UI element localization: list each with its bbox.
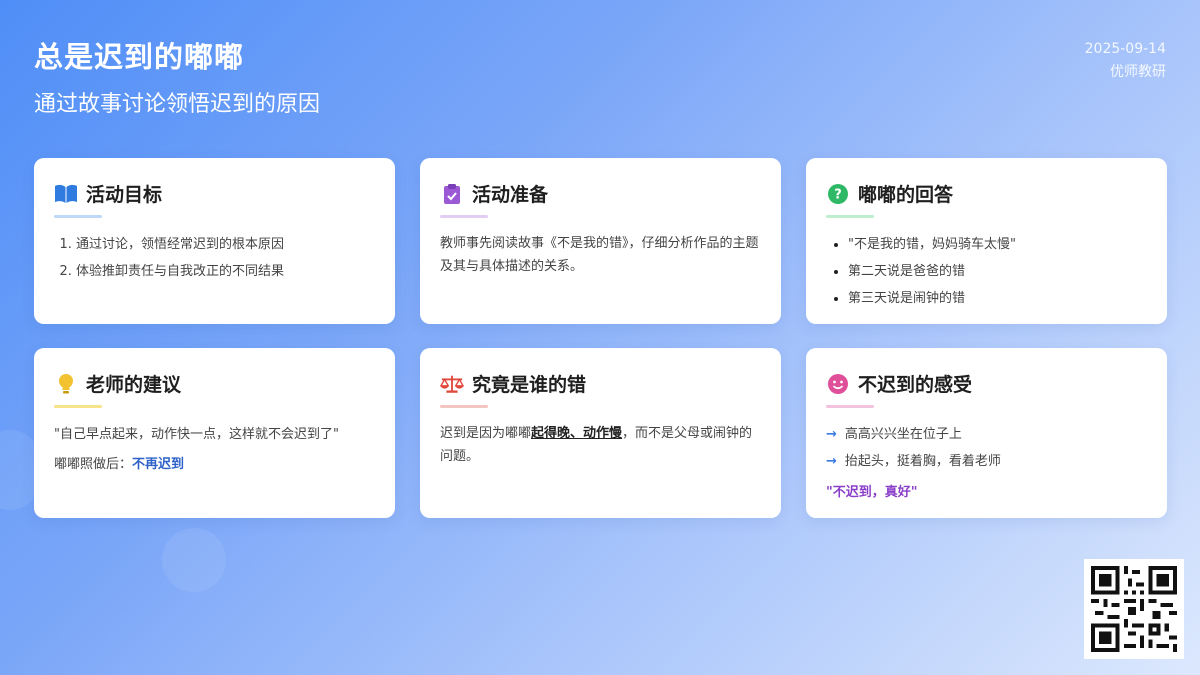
clipboard-check-icon [440,182,464,206]
card-title: 活动目标 [86,184,163,206]
result-value: 不再迟到 [132,457,185,472]
result-label: 嘟嘟照做后： [54,457,133,472]
title-underline [440,215,488,218]
title-underline [54,215,102,218]
advice-result: 嘟嘟照做后：不再迟到 [54,451,375,478]
title-underline [440,405,488,408]
arrow-right-icon: → [826,454,837,469]
card-answers: ? 嘟嘟的回答 "不是我的错，妈妈骑车太慢" 第二天说是爸爸的错 第三天说是闹钟… [806,158,1167,324]
card-feeling: 不迟到的感受 → 高高兴兴坐在位子上 → 抬起头，挺着胸，看着老师 "不迟到，真好" [806,348,1167,518]
list-item: 第三天说是闹钟的错 [848,285,1147,312]
card-advice: 老师的建议 "自己早点起来，动作快一点，这样就不会迟到了" 嘟嘟照做后：不再迟到 [34,348,395,518]
list-item: 通过讨论，领悟经常迟到的根本原因 [76,231,375,258]
lightbulb-icon [54,372,78,396]
card-title: 嘟嘟的回答 [858,184,954,206]
card-goals: 活动目标 通过讨论，领悟经常迟到的根本原因 体验推卸责任与自我改正的不同结果 [34,158,395,324]
prep-text: 教师事先阅读故事《不是我的错》，仔细分析作品的主题及其与具体描述的关系。 [440,236,759,274]
list-item: 体验推卸责任与自我改正的不同结果 [76,258,375,285]
card-fault: 究竟是谁的错 迟到是因为嘟嘟起得晚、动作慢，而不是父母或闹钟的问题。 [420,348,781,518]
feeling-quote: "不迟到，真好" [826,485,918,500]
list-item: → 高高兴兴坐在位子上 [826,421,1147,448]
card-grid: 活动目标 通过讨论，领悟经常迟到的根本原因 体验推卸责任与自我改正的不同结果 活… [34,158,1167,518]
title-underline [54,405,102,408]
page-subtitle: 通过故事讨论领悟迟到的原因 [34,92,321,117]
card-prep: 活动准备 教师事先阅读故事《不是我的错》，仔细分析作品的主题及其与具体描述的关系… [420,158,781,324]
card-title: 活动准备 [472,184,549,206]
fault-text-emphasis: 起得晚、动作慢 [531,426,623,441]
card-title: 究竟是谁的错 [472,374,587,396]
list-item: → 抬起头，挺着胸，看着老师 [826,448,1147,475]
svg-text:?: ? [834,187,842,202]
fault-text-before: 迟到是因为嘟嘟 [440,426,532,441]
page-title: 总是迟到的嘟嘟 [34,40,245,74]
decor-circle [162,528,226,592]
list-item-text: 高高兴兴坐在位子上 [844,427,962,442]
title-underline [826,405,874,408]
list-item: 第二天说是爸爸的错 [848,258,1147,285]
book-icon [54,182,78,206]
date-text: 2025-09-14 [1084,41,1166,57]
meta-info: 2025-09-14 优师教研 [1085,38,1166,84]
arrow-right-icon: → [826,427,837,442]
card-title: 老师的建议 [86,374,182,396]
qr-code [1084,559,1184,659]
smile-icon [826,372,850,396]
org-name: 优师教研 [1110,64,1166,80]
advice-quote: "自己早点起来，动作快一点，这样就不会迟到了" [54,427,339,442]
title-underline [826,215,874,218]
list-item-text: 抬起头，挺着胸，看着老师 [844,454,1001,469]
header: 总是迟到的嘟嘟 通过故事讨论领悟迟到的原因 [34,34,320,118]
scale-icon [440,372,464,396]
card-title: 不迟到的感受 [858,374,973,396]
question-circle-icon: ? [826,182,850,206]
list-item: "不是我的错，妈妈骑车太慢" [848,231,1147,258]
